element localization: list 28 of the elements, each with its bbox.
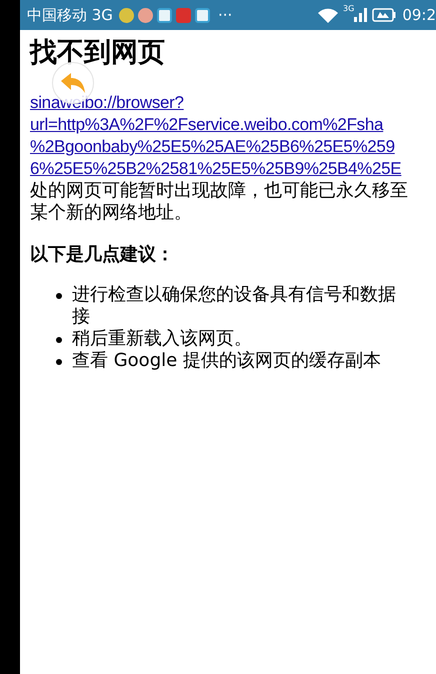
message-text: 某个新的网络地址。 <box>30 202 193 224</box>
clock: 09:2 <box>402 6 436 24</box>
link-text[interactable]: 6%25E5%25B2%2581%25E5%25B9%25B4%25E <box>30 158 436 180</box>
message-text: 处的网页可能暂时出现故障，也可能已永久移至 <box>30 180 409 202</box>
suggestions-heading: 以下是几点建议： <box>30 244 175 266</box>
more-label: ··· <box>218 6 232 24</box>
carrier-label: 中国移动 3G <box>27 6 113 24</box>
link-text[interactable]: sinaweibo://browser? <box>30 92 436 114</box>
suggestion-text: 进行检查以确保您的设备具有信号和数据 <box>72 284 396 306</box>
app-icon <box>176 8 191 22</box>
app-icon <box>138 8 153 22</box>
app-icon <box>118 8 134 22</box>
bullet-icon <box>56 293 62 299</box>
link-text[interactable]: %2Bgoonbaby%25E5%25AE%25B6%25E5%259 <box>30 136 436 158</box>
suggestion-text: 接 <box>72 306 91 328</box>
battery-icon <box>372 8 396 22</box>
page-title: 找不到网页 <box>30 36 166 70</box>
app-icon <box>156 8 172 22</box>
back-arrow-icon <box>60 72 86 94</box>
bullet-icon <box>56 337 62 343</box>
suggestion-text: 查看 Google 提供的该网页的缓存副本 <box>72 350 381 372</box>
link-text[interactable]: url=http%3A%2F%2Fservice.weibo.com%2Fsha <box>30 114 436 136</box>
bullet-icon <box>56 359 62 365</box>
network-label: 3G <box>343 4 354 13</box>
suggestion-text: 稍后重新载入该网页。 <box>72 328 252 350</box>
wifi-icon <box>317 7 340 23</box>
app-icon <box>194 8 210 22</box>
signal-icon <box>354 8 368 22</box>
